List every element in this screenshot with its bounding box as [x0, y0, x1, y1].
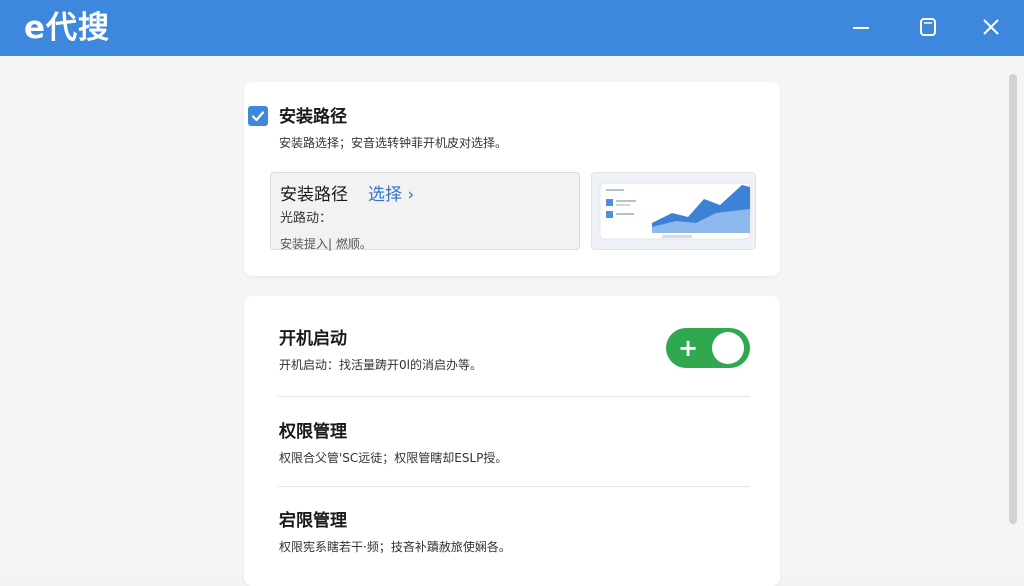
install-path-card: 安装路径 安装路选择；安音选转钟菲开机皮对选择。 安装路径 选择 › 光路动： … — [244, 82, 780, 276]
startup-toggle[interactable]: + — [666, 328, 750, 368]
path-select-link[interactable]: 选择 › — [368, 184, 414, 206]
path-box-status: 光路动： — [280, 211, 333, 226]
minimize-button[interactable] — [841, 10, 881, 44]
install-path-heading: 安装路径 — [279, 107, 347, 127]
close-icon — [983, 19, 999, 35]
toggle-knob — [712, 332, 744, 364]
path-box-hint: 安装提入| 燃顺。 — [280, 237, 372, 251]
path-box-title: 安装路径 — [280, 185, 348, 205]
vertical-scrollbar[interactable] — [1006, 60, 1020, 576]
install-path-description: 安装路选择；安音选转钟菲开机皮对选择。 — [279, 136, 508, 150]
maximize-icon — [920, 18, 936, 36]
install-preview-thumbnail — [591, 172, 756, 250]
close-button[interactable] — [971, 10, 1011, 44]
checkmark-icon — [251, 111, 265, 122]
title-bar: e代搜 — [0, 0, 1024, 56]
startup-heading: 开机启动 — [279, 329, 347, 349]
scrollbar-thumb[interactable] — [1009, 74, 1017, 524]
divider — [278, 486, 750, 487]
divider — [278, 396, 750, 397]
install-path-checkbox[interactable] — [248, 106, 268, 126]
permissions2-description: 权限宪系瞎若干·频；技吝补蹟赦旅使娴各。 — [279, 540, 511, 554]
app-title: e代搜 — [24, 10, 111, 46]
install-path-box: 安装路径 选择 › 光路动： 安装提入| 燃顺。 — [270, 172, 580, 251]
permissions2-heading: 宕限管理 — [279, 511, 347, 531]
plus-icon: + — [677, 334, 699, 362]
startup-description: 开机启动：找活量踌开0l的消启办等。 — [279, 358, 482, 372]
settings-card: 开机启动 开机启动：找活量踌开0l的消启办等。 + 权限管理 权限合父管'SC远… — [244, 296, 780, 586]
maximize-button[interactable] — [908, 10, 948, 44]
permissions-heading: 权限管理 — [279, 422, 347, 442]
minimize-icon — [853, 27, 869, 29]
permissions-description: 权限合父管'SC远徒；权限管瞎却ESLP授。 — [279, 451, 508, 465]
preview-image — [592, 173, 755, 249]
